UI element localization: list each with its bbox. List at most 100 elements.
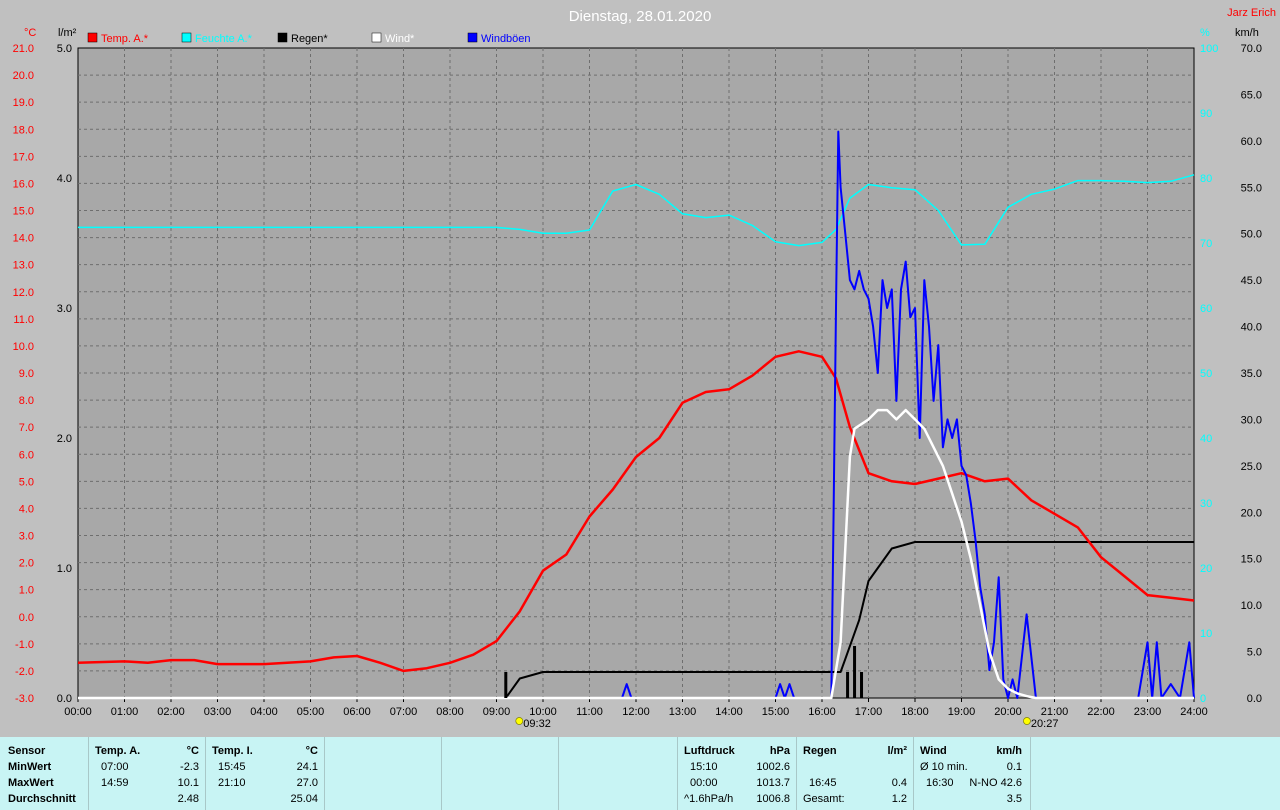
wind-tick-1: 5.0 xyxy=(1247,647,1262,659)
x-tick-19: 19:00 xyxy=(948,706,976,718)
wind-tick-12: 60.0 xyxy=(1241,136,1262,148)
pressure-min-time: 15:10 xyxy=(690,761,718,773)
wind-avg: 3.5 xyxy=(1006,793,1022,805)
wind-tick-8: 40.0 xyxy=(1241,322,1262,334)
temp-tick-10: 7.0 xyxy=(19,422,34,434)
legend-label-1: Feuchte A.* xyxy=(195,33,253,45)
rain-tick-3: 3.0 xyxy=(57,303,72,315)
temp-tick-8: 5.0 xyxy=(19,476,34,488)
row-max-label: MaxWert xyxy=(8,777,54,789)
sun-icon-1 xyxy=(1023,717,1031,725)
rain-unit: l/m² xyxy=(887,745,907,757)
wind-tick-10: 50.0 xyxy=(1241,229,1262,241)
rain-bar-3 xyxy=(504,672,508,698)
wind-tick-5: 25.0 xyxy=(1241,461,1262,473)
wind-tick-4: 20.0 xyxy=(1241,507,1262,519)
rain-tick-4: 4.0 xyxy=(57,173,72,185)
wind-max-val: N-NO 42.6 xyxy=(969,777,1022,789)
stats-col-rain: Regen l/m² 16:45 0.4 Gesamt: 1.2 xyxy=(797,737,914,810)
rain-title: Regen xyxy=(803,745,837,757)
rain-bar-2 xyxy=(860,672,864,698)
temp-i-avg: 25.04 xyxy=(290,793,318,805)
stats-col-empty-2 xyxy=(442,737,559,810)
humidity-tick-7: 70 xyxy=(1200,238,1212,250)
temp-i-min-time: 15:45 xyxy=(218,761,246,773)
stats-col-pressure: Luftdruck hPa 15:10 1002.6 00:00 1013.7 … xyxy=(678,737,797,810)
x-tick-8: 08:00 xyxy=(436,706,464,718)
row-avg-label: Durchschnitt xyxy=(8,793,76,805)
stats-col-empty-1 xyxy=(325,737,442,810)
wind-tick-6: 30.0 xyxy=(1241,414,1262,426)
legend-swatch-4 xyxy=(467,32,478,43)
temp-unit-label: °C xyxy=(24,27,36,39)
wind-unit-label: km/h xyxy=(1235,27,1259,39)
rain-tick-5: 5.0 xyxy=(57,43,72,55)
legend-swatch-0 xyxy=(87,32,98,43)
x-tick-13: 13:00 xyxy=(669,706,697,718)
humidity-tick-6: 60 xyxy=(1200,303,1212,315)
temp-tick-22: 19.0 xyxy=(13,97,34,109)
humidity-tick-10: 100 xyxy=(1200,43,1218,55)
temp-a-max-val: 10.1 xyxy=(177,777,199,789)
temp-tick-23: 20.0 xyxy=(13,70,34,82)
x-tick-15: 15:00 xyxy=(762,706,790,718)
legend-label-0: Temp. A.* xyxy=(101,33,149,45)
sun-marker-1: 20:27 xyxy=(1031,718,1059,730)
pressure-trend-label: ^1.6hPa/h xyxy=(684,793,734,805)
row-min-label: MinWert xyxy=(8,761,52,773)
weather-chart: Dienstag, 28.01.2020 Jarz Erich 00:00 01:… xyxy=(0,0,1280,737)
wind-tick-3: 15.0 xyxy=(1241,554,1262,566)
wind-min-label: Ø 10 min. xyxy=(920,761,968,773)
temp-i-max-val: 27.0 xyxy=(296,777,318,789)
author-label: Jarz Erich xyxy=(1227,7,1276,19)
temp-a-max-time: 14:59 xyxy=(101,777,129,789)
wind-max-time: 16:30 xyxy=(926,777,954,789)
x-tick-12: 12:00 xyxy=(622,706,650,718)
x-tick-22: 22:00 xyxy=(1087,706,1115,718)
temp-i-min-val: 24.1 xyxy=(296,761,318,773)
weather-chart-screen: Dienstag, 28.01.2020 Jarz Erich 00:00 01:… xyxy=(0,0,1280,810)
stats-col-sensor: Sensor MinWert MaxWert Durchschnitt xyxy=(0,737,89,810)
x-tick-0: 00:00 xyxy=(64,706,92,718)
wind-tick-9: 45.0 xyxy=(1241,275,1262,287)
temp-tick-19: 16.0 xyxy=(13,178,34,190)
temp-tick-1: -2.0 xyxy=(15,666,34,678)
temp-tick-12: 9.0 xyxy=(19,368,34,380)
x-tick-24: 24:00 xyxy=(1180,706,1208,718)
x-tick-10: 10:00 xyxy=(529,706,557,718)
humidity-tick-1: 10 xyxy=(1200,628,1212,640)
x-tick-9: 09:00 xyxy=(483,706,511,718)
x-tick-17: 17:00 xyxy=(855,706,883,718)
x-tick-5: 05:00 xyxy=(297,706,325,718)
temp-tick-2: -1.0 xyxy=(15,639,34,651)
legend-label-3: Wind* xyxy=(385,33,415,45)
legend-swatch-1 xyxy=(181,32,192,43)
sensor-header: Sensor xyxy=(8,745,46,757)
rain-bar-1 xyxy=(853,646,857,698)
temp-a-avg: 2.48 xyxy=(177,793,199,805)
temp-tick-15: 12.0 xyxy=(13,287,34,299)
rain-max-val: 0.4 xyxy=(891,777,907,789)
wind-unit: km/h xyxy=(996,745,1022,757)
legend-swatch-2 xyxy=(277,32,288,43)
temp-tick-21: 18.0 xyxy=(13,124,34,136)
humidity-unit-label: % xyxy=(1200,27,1210,39)
temp-tick-24: 21.0 xyxy=(13,43,34,55)
x-tick-11: 11:00 xyxy=(576,706,603,718)
temp-a-min-val: -2.3 xyxy=(180,761,199,773)
temp-i-unit: °C xyxy=(305,745,318,757)
rain-total: 1.2 xyxy=(891,793,907,805)
wind-tick-14: 70.0 xyxy=(1241,43,1262,55)
rain-total-label: Gesamt: xyxy=(803,793,845,805)
temp-tick-13: 10.0 xyxy=(13,341,34,353)
humidity-tick-3: 30 xyxy=(1200,498,1212,510)
temp-tick-17: 14.0 xyxy=(13,233,34,245)
wind-min-val: 0.1 xyxy=(1006,761,1022,773)
rain-tick-2: 2.0 xyxy=(57,433,72,445)
pressure-max-time: 00:00 xyxy=(690,777,718,789)
humidity-tick-5: 50 xyxy=(1200,368,1212,380)
x-tick-21: 21:00 xyxy=(1041,706,1069,718)
wind-tick-13: 65.0 xyxy=(1241,89,1262,101)
x-tick-1: 01:00 xyxy=(111,706,139,718)
humidity-tick-4: 40 xyxy=(1200,433,1212,445)
